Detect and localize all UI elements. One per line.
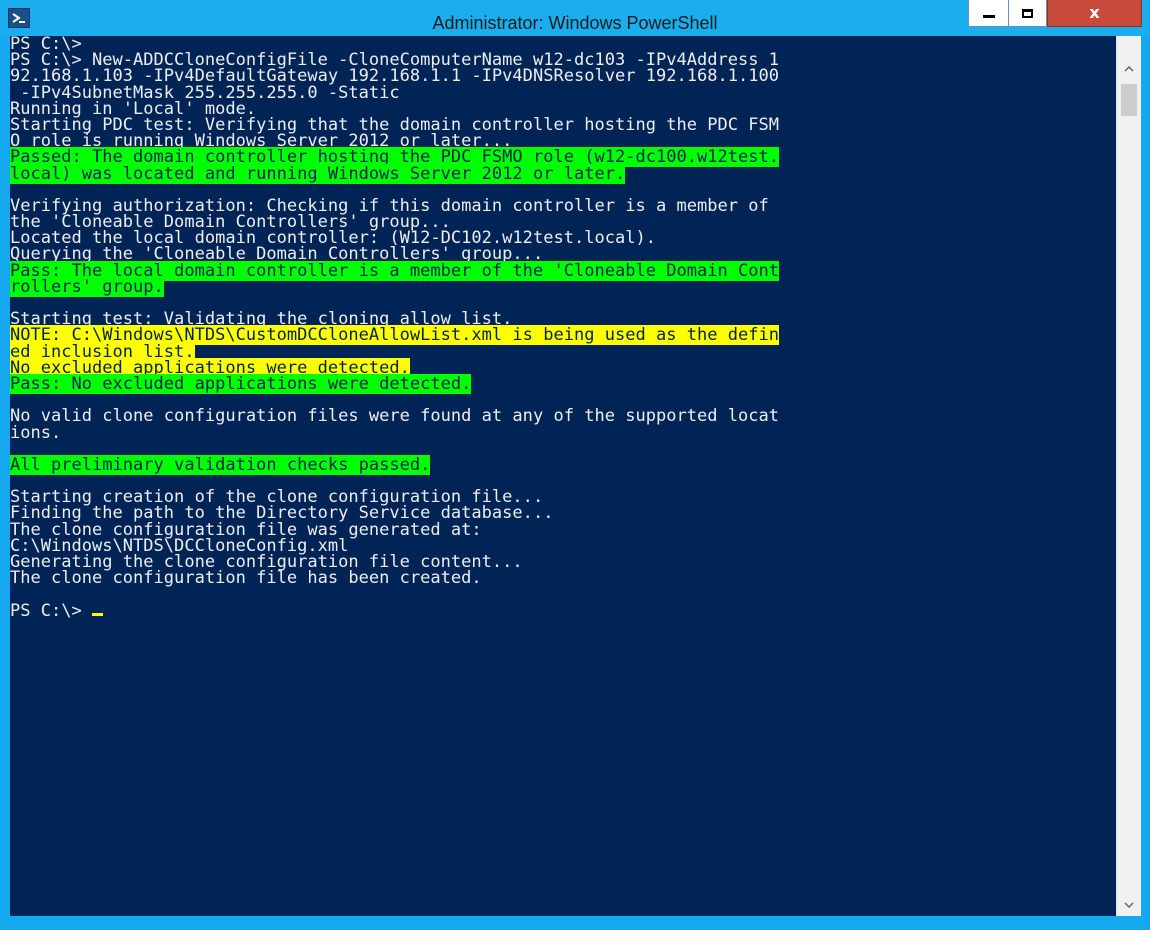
console-lines: PS C:\> PS C:\> New-ADDCCloneConfigFile -… <box>10 36 1116 619</box>
console-line-text: Pass: No excluded applications were dete… <box>10 373 472 394</box>
console-line-text: No valid clone configuration files were … <box>10 406 780 427</box>
scroll-down-arrow-icon[interactable] <box>1117 894 1141 916</box>
console-line-text: All preliminary validation checks passed… <box>10 454 431 475</box>
console-line: ions. <box>10 422 1116 443</box>
title-bar[interactable]: Administrator: Windows PowerShell x <box>0 0 1150 36</box>
scrollbar-thumb[interactable] <box>1121 84 1137 116</box>
console-line: No valid clone configuration files were … <box>10 406 1116 427</box>
console-output[interactable]: PS C:\> PS C:\> New-ADDCCloneConfigFile -… <box>10 36 1116 916</box>
maximize-icon <box>1022 8 1033 18</box>
powershell-window: Administrator: Windows PowerShell x PS C… <box>0 0 1150 930</box>
console-line: Pass: The local domain controller is a m… <box>10 260 1116 281</box>
console-line: The clone configuration file has been cr… <box>10 568 1116 589</box>
minimize-button[interactable] <box>968 0 1009 27</box>
close-icon: x <box>1089 3 1100 22</box>
text-cursor <box>92 612 104 616</box>
console-line: Pass: No excluded applications were dete… <box>10 373 1116 394</box>
console-line: local) was located and running Windows S… <box>10 163 1116 184</box>
minimize-icon <box>982 14 995 18</box>
console-line-text: ions. <box>10 422 62 443</box>
close-button[interactable]: x <box>1047 0 1142 27</box>
scroll-up-arrow-icon[interactable] <box>1117 58 1141 80</box>
console-line-text: local) was located and running Windows S… <box>10 163 626 184</box>
window-border-bottom <box>0 916 1150 930</box>
console-line-text: PS C:\> <box>10 600 93 621</box>
console-line: All preliminary validation checks passed… <box>10 454 1116 475</box>
console-line: rollers' group. <box>10 276 1116 297</box>
maximize-button[interactable] <box>1009 0 1047 27</box>
prompt-line: PS C:\> <box>10 600 1116 621</box>
console-line-text: rollers' group. <box>10 276 164 297</box>
vertical-scrollbar[interactable] <box>1116 36 1141 916</box>
window-border-right <box>1141 36 1150 916</box>
console-line-text: The clone configuration file has been cr… <box>10 568 482 589</box>
